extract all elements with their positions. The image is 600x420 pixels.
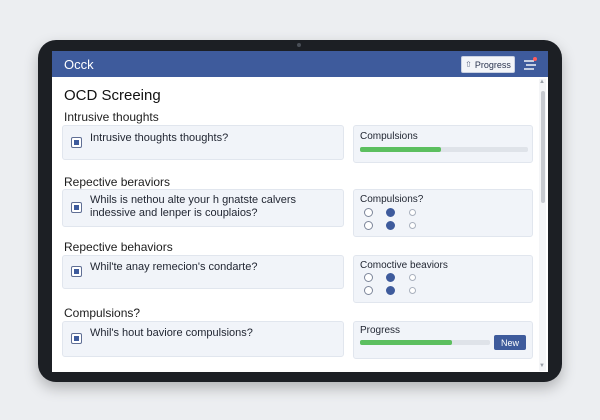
progress-button[interactable]: ⇧ Progress: [461, 56, 515, 73]
radio-option[interactable]: [364, 221, 373, 230]
progress-bar: [360, 147, 528, 152]
arrow-icon: ⇧: [465, 60, 472, 69]
question-text: Whils is nethou alte your h gnatste calv…: [90, 194, 297, 219]
radio-option[interactable]: [386, 286, 395, 295]
compulsions-radio-card: Compulsions?: [353, 189, 533, 237]
new-button[interactable]: New: [494, 335, 526, 350]
question-card[interactable]: Whil'te anay remecion's condarte?: [62, 255, 344, 289]
radio-option[interactable]: [409, 222, 416, 229]
radio-option[interactable]: [364, 286, 373, 295]
question-card[interactable]: Whil's hout baviore compulsions?: [62, 321, 344, 357]
scrollbar-thumb[interactable]: [541, 91, 545, 203]
app-screen: Occk ⇧ Progress ▲ ▼ OCD Screeing Intrusi…: [52, 51, 548, 372]
behaviors-radio-card: Comoctive beaviors: [353, 255, 533, 303]
progress-bar: [360, 340, 490, 345]
top-bar: Occk ⇧ Progress: [52, 51, 548, 77]
radio-option[interactable]: [364, 208, 373, 217]
progress-bar-fill: [360, 340, 453, 345]
question-text: Whil'te anay remecion's condarte?: [90, 261, 258, 273]
progress-bar-fill: [360, 147, 441, 152]
compulsions-progress-card: Compulsions: [353, 125, 533, 163]
notification-dot: [533, 57, 537, 61]
section-label: Repective beraviors: [64, 175, 171, 189]
radio-option[interactable]: [386, 208, 395, 217]
camera-dot: [297, 43, 301, 47]
panel-title: Compulsions: [360, 131, 418, 142]
scroll-up-icon[interactable]: ▲: [539, 79, 545, 85]
section-label: Intrusive thoughts: [64, 110, 159, 124]
radio-option[interactable]: [409, 274, 416, 281]
panel-title: Comoctive beaviors: [360, 260, 448, 271]
panel-title: Compulsions?: [360, 194, 424, 205]
page-title: OCD Screeing: [64, 87, 161, 104]
question-card[interactable]: Intrusive thoughts thoughts?: [62, 125, 344, 160]
progress-button-label: Progress: [474, 59, 511, 70]
section-label: Repective behaviors: [64, 240, 173, 254]
question-checkbox[interactable]: [71, 202, 82, 213]
question-checkbox[interactable]: [71, 137, 82, 148]
radio-option[interactable]: [386, 221, 395, 230]
question-text: Intrusive thoughts thoughts?: [90, 132, 229, 144]
radio-option[interactable]: [409, 287, 416, 294]
question-text: Whil's hout baviore compulsions?: [90, 327, 253, 339]
radio-option[interactable]: [386, 273, 395, 282]
question-checkbox[interactable]: [71, 266, 82, 277]
radio-option[interactable]: [409, 209, 416, 216]
question-card[interactable]: Whils is nethou alte your h gnatste calv…: [62, 189, 344, 227]
scroll-down-icon[interactable]: ▼: [539, 363, 545, 369]
app-title: Occk: [64, 57, 94, 72]
question-checkbox[interactable]: [71, 333, 82, 344]
section-label: Compulsions?: [64, 306, 141, 320]
radio-option[interactable]: [364, 273, 373, 282]
panel-title: Progress: [360, 325, 401, 336]
